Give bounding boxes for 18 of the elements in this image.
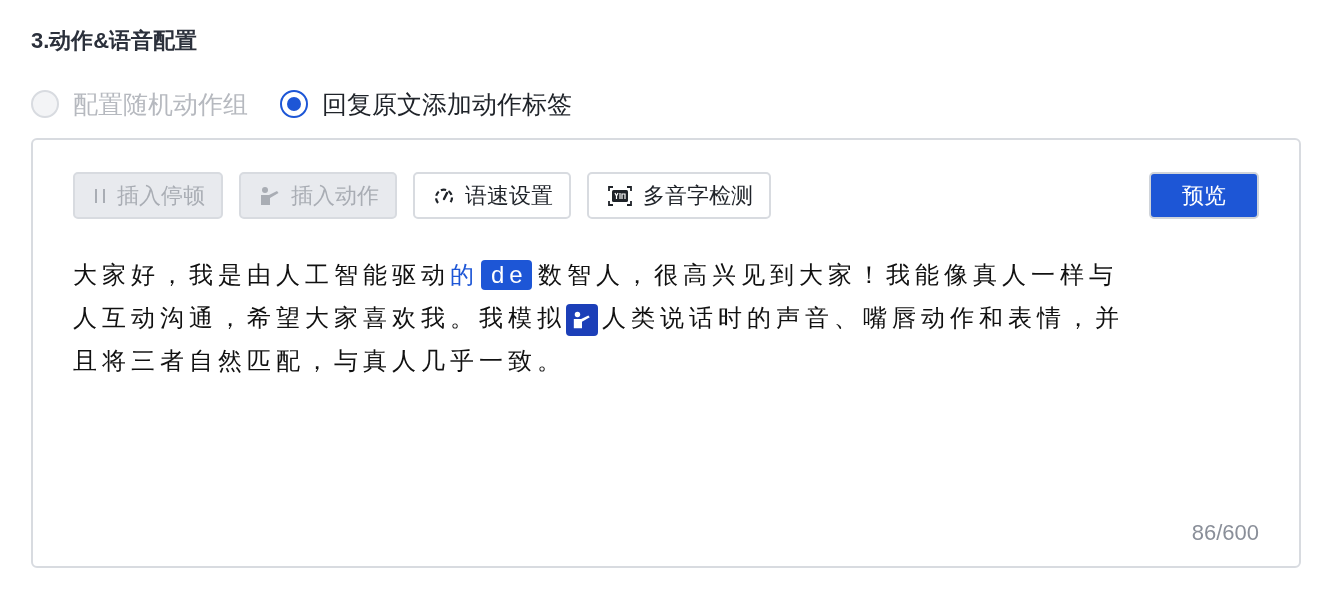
preview-button[interactable]: 预览	[1149, 172, 1259, 219]
person-pointing-icon	[259, 184, 281, 207]
content-text: 大家好，我是由人工智能驱动	[73, 261, 450, 288]
content-text: 数智人，很高兴见到大家！我能像真人一样与	[537, 261, 1118, 288]
character-counter: 86/600	[1190, 520, 1259, 546]
action-tag-icon[interactable]	[566, 304, 598, 336]
radio-label[interactable]: 回复原文添加动作标签	[322, 87, 572, 121]
content-text: 且将三者自然匹配，与真人几乎一致。	[73, 347, 566, 374]
radio-button[interactable]	[280, 90, 308, 118]
pinyin-tag[interactable]: de	[481, 260, 532, 290]
toolbar-button[interactable]: 多音字检测	[587, 172, 771, 219]
toolbar-button[interactable]: 语速设置	[413, 172, 571, 219]
polyphone-char[interactable]: 的	[450, 261, 479, 288]
pause-icon	[93, 186, 107, 205]
pinyin-icon	[607, 184, 633, 207]
content-text: 人互动沟通，希望大家喜欢我。我模拟	[73, 304, 566, 331]
section-title: 3.动作&语音配置	[31, 27, 199, 55]
content-text: 人类说话时的声音、嘴唇动作和表情，并	[602, 304, 1124, 331]
